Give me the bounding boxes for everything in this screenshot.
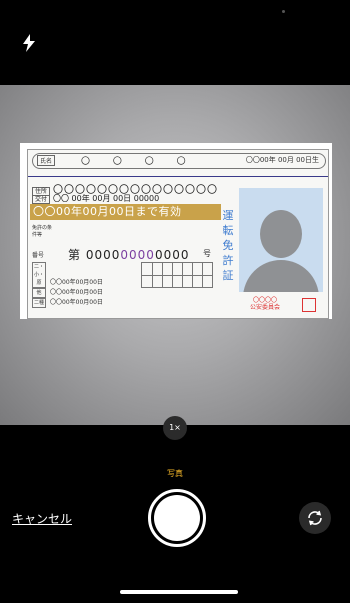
silhouette-head: [260, 210, 302, 258]
date-row: 二・小・原 〇〇00年00月00日: [32, 262, 103, 288]
mode-label-photo[interactable]: 写真: [0, 468, 350, 479]
zoom-button[interactable]: 1×: [163, 416, 187, 440]
cancel-button[interactable]: キャンセル: [12, 510, 72, 527]
number-prefix: 第: [68, 248, 82, 262]
number-label: 番号: [32, 252, 45, 259]
license-type-grid: [141, 262, 213, 288]
top-bar: [0, 0, 350, 85]
name-row: 氏名 〇 〇 〇 〇 〇〇00年 00月 00日生: [32, 153, 326, 169]
license-number: 第 000000000000: [68, 246, 189, 263]
seal-text: 〇〇〇〇 公安委員会: [250, 297, 281, 311]
shutter-button[interactable]: [148, 489, 206, 547]
dates-list: 二・小・原 〇〇00年00月00日 他〇〇00年00月00日 二種 〇〇00年00月…: [32, 262, 103, 308]
issuer-seal: 〇〇〇〇 公安委員会: [250, 297, 280, 311]
title-char: 証: [222, 269, 234, 282]
photo-placeholder: [239, 188, 323, 292]
date-row: 他〇〇00年00月00日: [32, 288, 103, 298]
stamp-box: [302, 298, 316, 312]
date-value: 〇〇00年00月00日: [50, 279, 103, 286]
title-char: 許: [222, 254, 234, 267]
flip-camera-icon: [299, 510, 331, 538]
home-indicator[interactable]: [120, 590, 238, 594]
number-suffix: 号: [203, 249, 211, 258]
number-part: 0000: [85, 248, 121, 262]
validity-banner: 〇〇00年00月00日まで有効: [30, 204, 221, 220]
date-value: 〇〇00年00月00日: [50, 299, 103, 306]
license-card: 氏名 〇 〇 〇 〇 〇〇00年 00月 00日生 住所 〇〇〇〇〇〇〇〇〇〇〇〇…: [27, 149, 329, 319]
title-char: 転: [222, 224, 234, 237]
number-part-highlight: 0000: [120, 248, 155, 262]
birth-date: 〇〇00年 00月 00日生: [245, 156, 319, 164]
date-value: 〇〇00年00月00日: [50, 289, 103, 296]
name-label: 氏名: [37, 155, 56, 166]
silhouette-body: [243, 260, 319, 292]
flash-icon[interactable]: [22, 34, 36, 52]
date-key: 二・小・原: [32, 262, 46, 288]
title-char: 運: [222, 209, 234, 222]
license-title: 運 転 免 許 証: [221, 208, 235, 283]
date-key: 二種: [32, 298, 46, 308]
divider: [28, 176, 328, 177]
indicator-dot: [282, 10, 285, 13]
issue-value: 〇〇 00年 00月 00日 00000: [53, 194, 160, 203]
date-key: 他: [32, 288, 46, 298]
name-value: 〇 〇 〇 〇: [81, 157, 196, 167]
issue-row: 交付 〇〇 00年 00月 00日 00000: [32, 193, 159, 204]
issue-label: 交付: [32, 195, 51, 204]
conditions-label: 免許の条件等: [32, 225, 53, 238]
date-row: 二種 〇〇00年00月00日: [32, 298, 103, 308]
number-part: 0000: [154, 248, 190, 262]
title-char: 免: [222, 239, 234, 252]
flip-camera-button[interactable]: [299, 502, 331, 534]
shutter-inner: [154, 495, 200, 541]
